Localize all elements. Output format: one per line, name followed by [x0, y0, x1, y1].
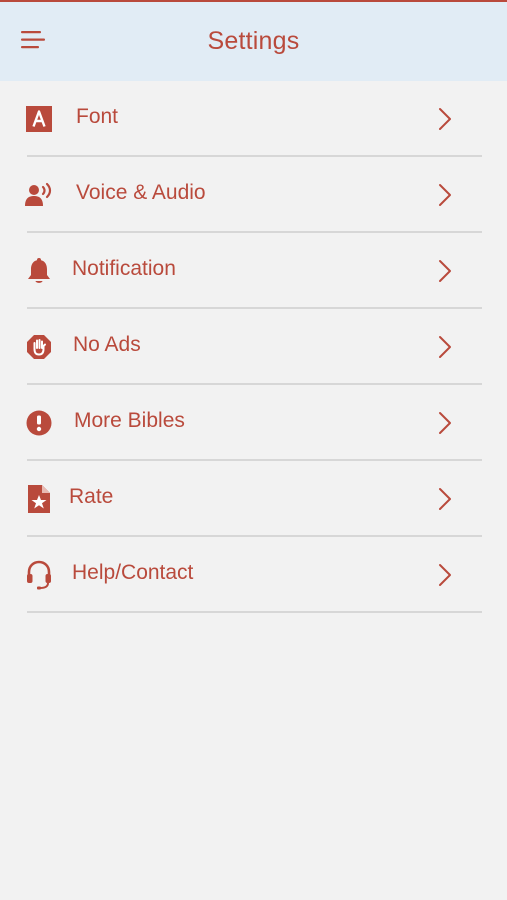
settings-item-label: Notification — [72, 257, 176, 280]
hand-stop-icon — [25, 331, 53, 363]
settings-item-rate[interactable]: Rate — [0, 461, 507, 537]
settings-item-label: Rate — [69, 485, 114, 508]
star-document-icon — [25, 483, 53, 515]
chevron-right-icon — [437, 485, 453, 513]
settings-item-label: More Bibles — [74, 409, 185, 432]
bell-icon — [25, 255, 53, 287]
chevron-right-icon — [437, 257, 453, 285]
chevron-right-icon — [437, 105, 453, 133]
settings-item-label: Font — [76, 105, 119, 128]
voice-audio-icon — [25, 179, 53, 211]
font-icon — [25, 103, 53, 135]
headset-icon — [25, 559, 53, 591]
chevron-right-icon — [437, 333, 453, 361]
chevron-right-icon — [437, 409, 453, 437]
settings-item-help-contact[interactable]: Help/Contact — [0, 537, 507, 613]
row-divider — [27, 611, 482, 613]
settings-item-font[interactable]: Font — [0, 81, 507, 157]
page-title: Settings — [207, 27, 300, 55]
settings-item-notification[interactable]: Notification — [0, 233, 507, 309]
chevron-right-icon — [437, 561, 453, 589]
exclamation-circle-icon — [25, 407, 53, 439]
settings-item-voice-audio[interactable]: Voice & Audio — [0, 157, 507, 233]
settings-item-label: No Ads — [73, 333, 141, 356]
settings-item-more-bibles[interactable]: More Bibles — [0, 385, 507, 461]
chevron-right-icon — [437, 181, 453, 209]
settings-list: Font Voice & Audio Notification No Ads M… — [0, 81, 507, 613]
settings-item-label: Voice & Audio — [76, 181, 206, 204]
settings-item-no-ads[interactable]: No Ads — [0, 309, 507, 385]
settings-item-label: Help/Contact — [72, 561, 194, 584]
